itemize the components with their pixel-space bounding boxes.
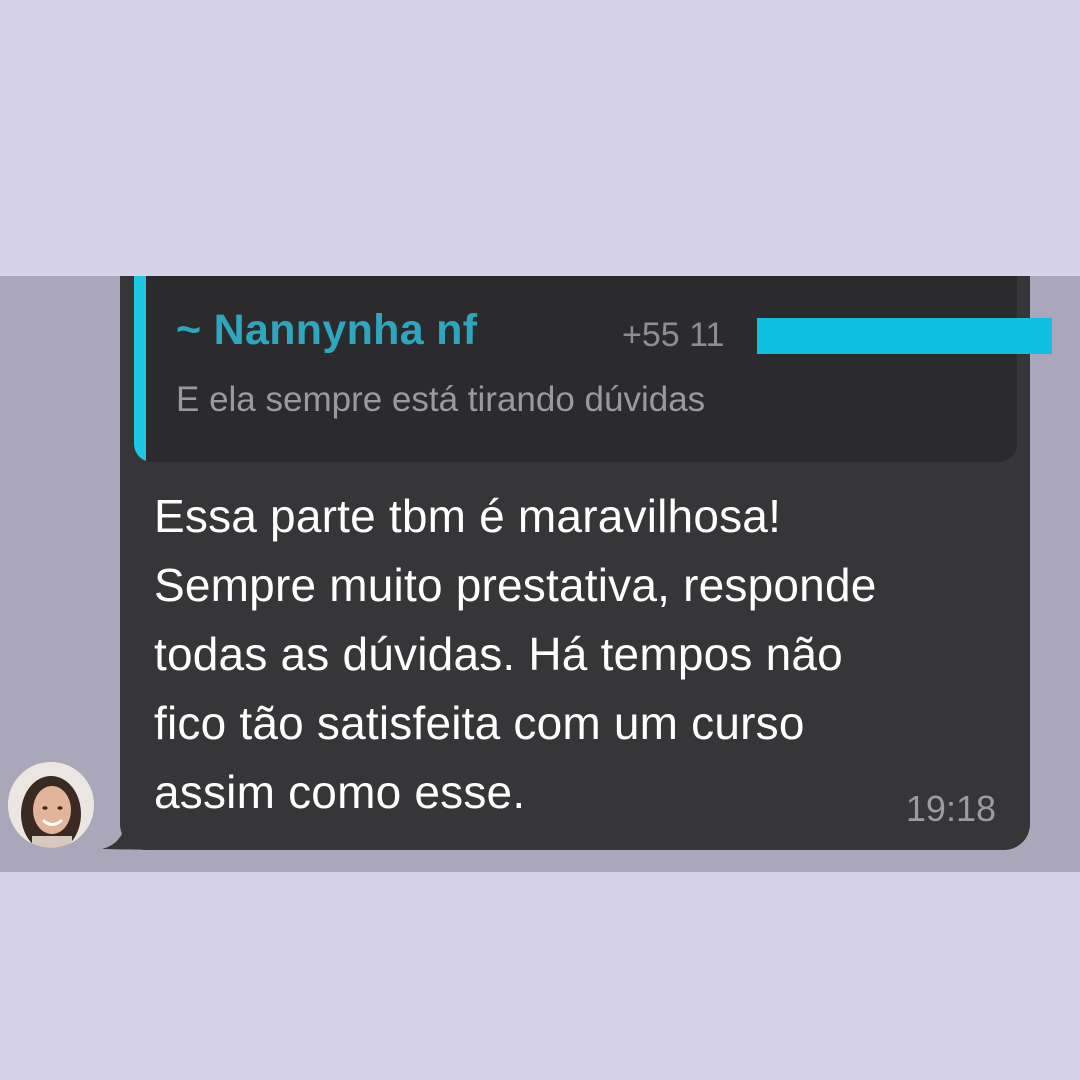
phone-redaction-bar xyxy=(757,318,1052,354)
message-bubble[interactable]: ~ Nannynha nf +55 11 E ela sempre está t… xyxy=(120,276,1030,850)
quoted-sender-phone: +55 11 xyxy=(622,316,725,354)
avatar-photo-icon xyxy=(8,762,94,848)
message-text: Essa parte tbm é maravilhosa! Sempre mui… xyxy=(154,490,877,818)
quoted-message[interactable]: ~ Nannynha nf +55 11 E ela sempre está t… xyxy=(134,276,1017,462)
quoted-sender-name: ~ Nannynha nf xyxy=(176,306,478,354)
quoted-message-text: E ela sempre está tirando dúvidas xyxy=(176,380,706,419)
message-timestamp: 19:18 xyxy=(905,788,996,829)
sender-avatar[interactable] xyxy=(8,762,94,848)
quote-accent-bar xyxy=(134,276,146,462)
